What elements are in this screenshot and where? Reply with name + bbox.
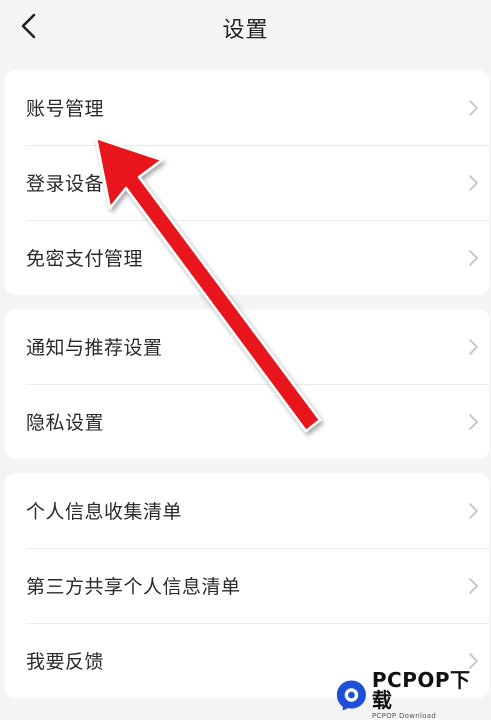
watermark: PCPOP下载 PCPOP Download [335, 670, 487, 720]
settings-item-account-management[interactable]: 账号管理 [5, 70, 489, 145]
settings-item-label: 第三方共享个人信息清单 [26, 576, 241, 598]
chevron-right-icon [469, 99, 478, 116]
settings-group-notifications: 通知与推荐设置 隐私设置 [5, 309, 489, 459]
settings-item-notification-recommendation[interactable]: 通知与推荐设置 [5, 309, 489, 384]
settings-item-label: 登录设备管理 [26, 173, 144, 195]
chevron-right-icon [469, 338, 478, 355]
settings-item-label: 账号管理 [26, 98, 105, 120]
header-bar: 设置 [0, 0, 491, 56]
settings-item-personal-info-list[interactable]: 个人信息收集清单 [5, 473, 489, 548]
settings-item-privacy[interactable]: 隐私设置 [5, 384, 489, 459]
settings-group-info: 个人信息收集清单 第三方共享个人信息清单 我要反馈 [5, 473, 489, 698]
settings-item-label: 我要反馈 [26, 651, 105, 673]
chevron-right-icon [469, 652, 478, 669]
settings-item-label: 通知与推荐设置 [26, 337, 163, 359]
settings-item-login-devices[interactable]: 登录设备管理 [5, 145, 489, 220]
settings-item-label: 个人信息收集清单 [26, 501, 183, 523]
watermark-main-text: PCPOP下载 [371, 668, 471, 712]
settings-item-password-free-payment[interactable]: 免密支付管理 [5, 220, 489, 295]
chevron-right-icon [469, 413, 478, 430]
settings-group-account: 账号管理 登录设备管理 免密支付管理 [5, 70, 489, 295]
chevron-right-icon [469, 577, 478, 594]
chevron-right-icon [469, 502, 478, 519]
settings-item-label: 免密支付管理 [26, 248, 144, 270]
page-title: 设置 [222, 18, 269, 43]
chevron-right-icon [469, 249, 478, 266]
chevron-right-icon [469, 174, 478, 191]
settings-item-label: 隐私设置 [26, 412, 105, 434]
pcpop-logo-icon [336, 680, 366, 711]
settings-item-third-party-sharing-list[interactable]: 第三方共享个人信息清单 [5, 548, 489, 623]
watermark-sub-text: PCPOP Download [371, 712, 437, 720]
